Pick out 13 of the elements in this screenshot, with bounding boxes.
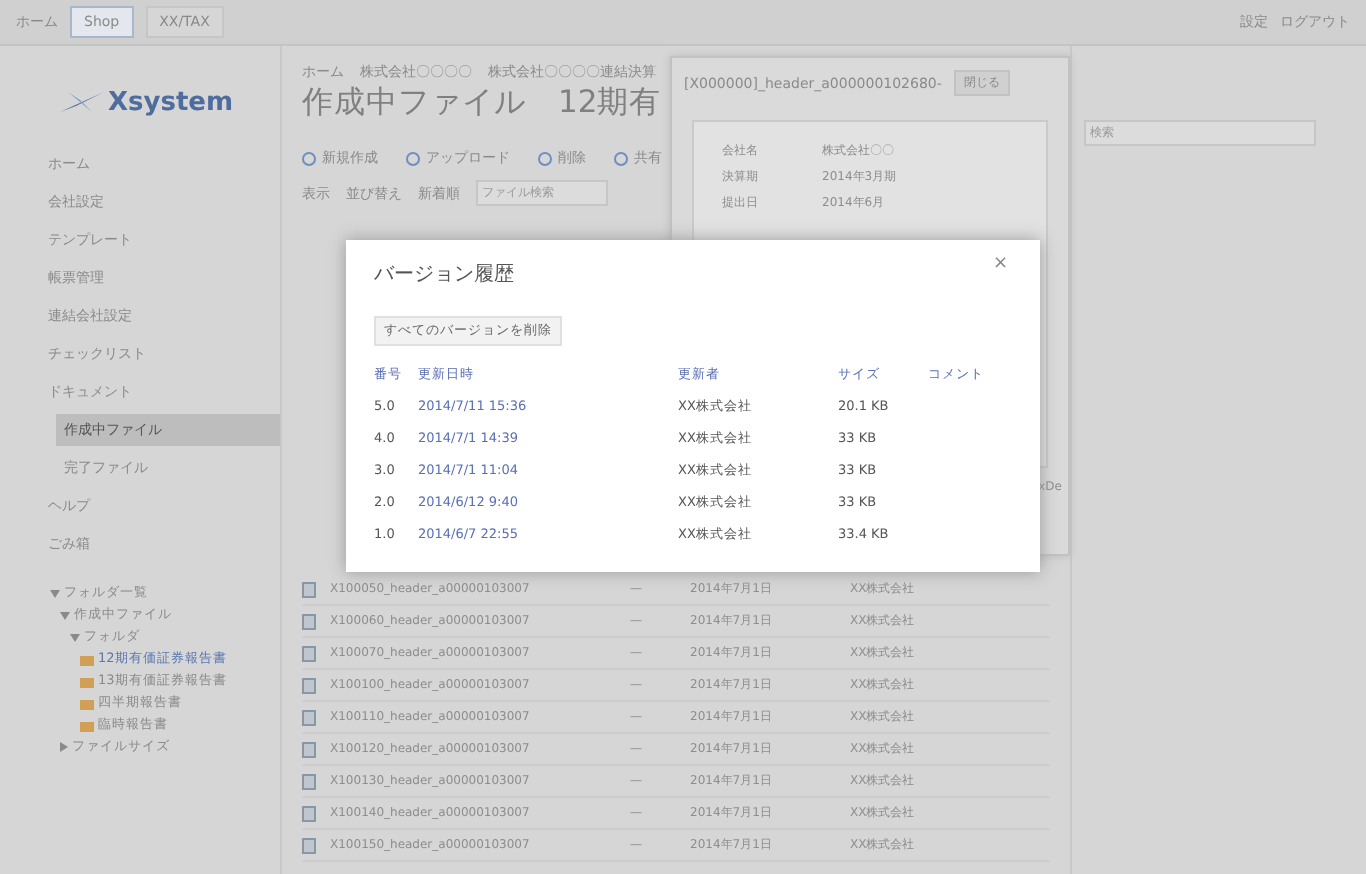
toolbar-icon (614, 151, 628, 165)
toolbar-icon (302, 151, 316, 165)
expand-icon[interactable] (60, 742, 68, 752)
collapse-icon[interactable] (70, 633, 80, 641)
collapse-icon[interactable] (50, 589, 60, 597)
logo-text: Xsystem (108, 87, 234, 117)
page-title: 作成中ファイル 12期有 (302, 82, 662, 124)
logo-icon (60, 88, 104, 116)
collapse-icon[interactable] (60, 611, 70, 619)
toolbar-icon (406, 151, 420, 165)
dialog-title: バージョン履歴 (374, 262, 514, 288)
close-button[interactable]: × (980, 252, 1020, 276)
toolbar-icon (538, 151, 552, 165)
